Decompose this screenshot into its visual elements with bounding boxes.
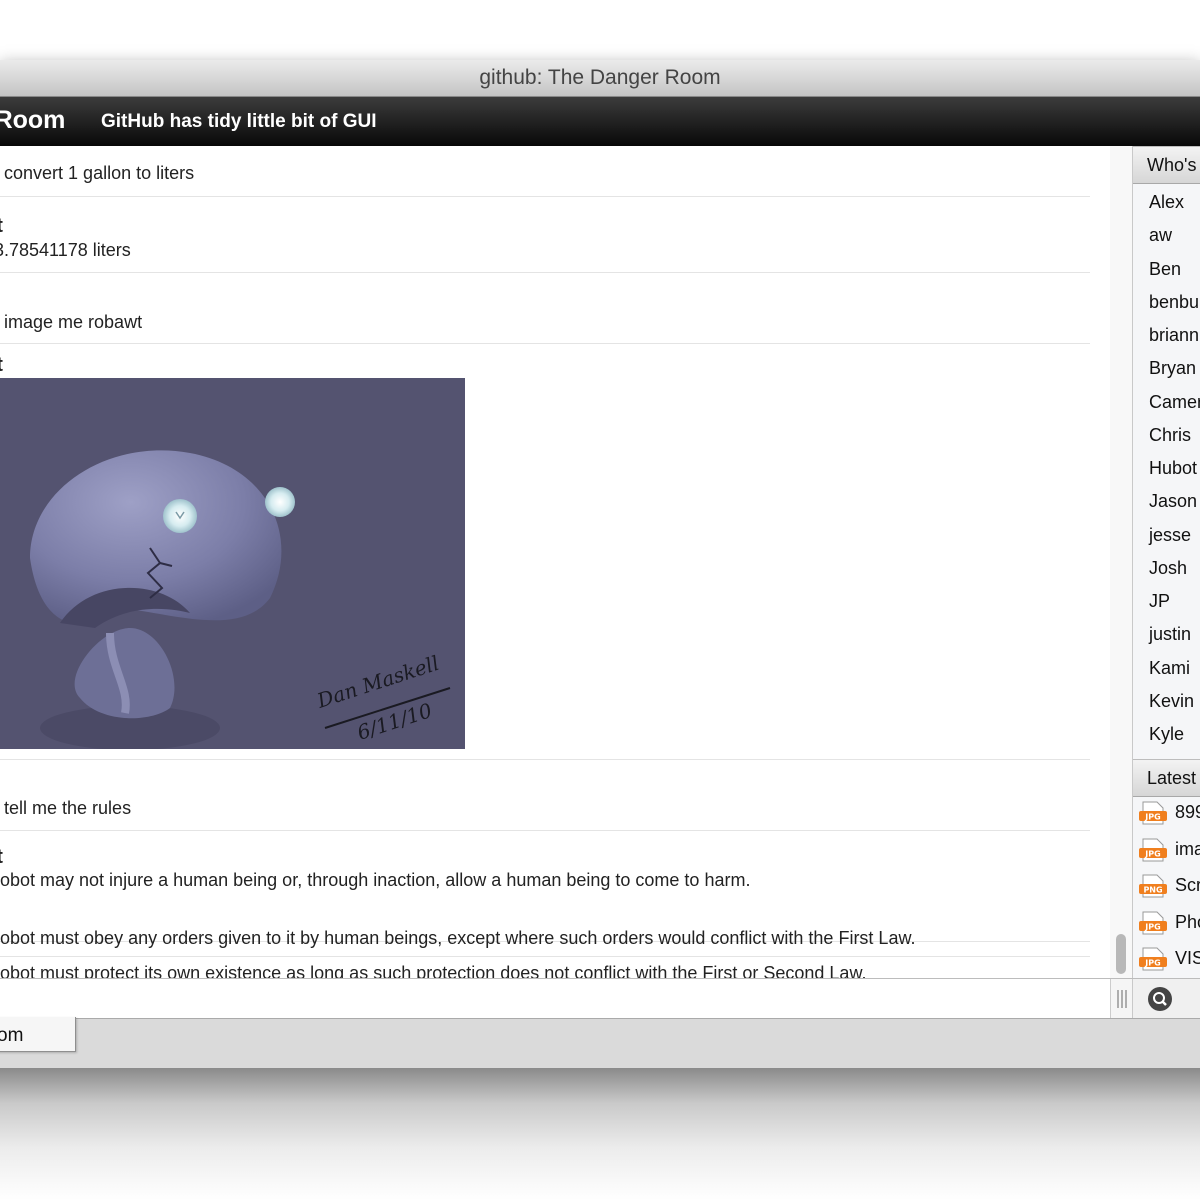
user-list-item[interactable]: Kami xyxy=(1149,658,1190,679)
window-shadow xyxy=(0,1068,1200,1200)
message-body: ot convert 1 gallon to liters xyxy=(0,163,195,183)
room-header: er Room GitHub has tidy little bit of GU… xyxy=(0,97,1200,146)
chat-transcript: e ot convert 1 gallon to liters ot : 3.7… xyxy=(0,146,1110,978)
message-body: ot image me robawt xyxy=(0,312,143,332)
message-input[interactable] xyxy=(0,981,1104,1017)
message-body: . robot must protect its own existence a… xyxy=(0,963,867,978)
file-type-icon: PNG xyxy=(1139,874,1167,898)
file-type-label: JPG xyxy=(1144,959,1160,968)
search-icon[interactable] xyxy=(1145,984,1175,1014)
user-list-item[interactable]: Bryan xyxy=(1149,358,1196,379)
message: ot . robot may not injure a human being … xyxy=(0,831,1090,942)
message: e ot image me robawt xyxy=(0,273,1090,344)
robot-image[interactable]: Dan Maskell 6/11/10 xyxy=(0,378,465,749)
room-name: er Room xyxy=(0,106,66,134)
grip-icon xyxy=(1117,990,1127,1008)
message-body: . robot must obey any orders given to it… xyxy=(0,928,916,948)
chat-scrollbar[interactable] xyxy=(1110,146,1132,978)
file-name: Pho xyxy=(1175,911,1200,932)
message: ot tell me the rules xyxy=(0,760,1090,831)
file-type-icon: JPG xyxy=(1139,801,1167,825)
message-input-bar xyxy=(0,978,1200,1020)
file-type-icon: JPG xyxy=(1139,911,1167,934)
room-topic: GitHub has tidy little bit of GUI xyxy=(101,111,377,132)
user-list-item[interactable]: JP xyxy=(1149,591,1170,612)
tab-bar: om xyxy=(0,1017,1200,1068)
file-name: VIS xyxy=(1175,948,1200,968)
user-list-item[interactable]: Alex xyxy=(1149,192,1184,213)
robot-illustration: Dan Maskell 6/11/10 xyxy=(30,450,451,749)
message: ot : 3.78541178 liters xyxy=(0,197,1090,273)
user-list-item[interactable]: aw xyxy=(1149,225,1172,246)
window-titlebar[interactable]: github: The Danger Room xyxy=(0,60,1200,97)
window-title: github: The Danger Room xyxy=(479,66,721,89)
file-type-icon: JPG xyxy=(1139,838,1167,861)
latest-files-header: Latest xyxy=(1133,759,1200,797)
message-body: ot tell me the rules xyxy=(0,798,132,818)
file-type-label: JPG xyxy=(1144,813,1160,822)
whos-here-header: Who's xyxy=(1133,146,1200,184)
user-list-item[interactable]: Hubot xyxy=(1149,458,1197,479)
file-type-label: JPG xyxy=(1144,849,1160,858)
tab-label: om xyxy=(0,1025,24,1046)
user-list-item[interactable]: Ben xyxy=(1149,259,1181,280)
message-continuation: . robot must protect its own existence a… xyxy=(0,956,1090,978)
search-area xyxy=(1132,979,1200,1019)
file-name: Scr xyxy=(1175,875,1200,895)
file-name: 899 xyxy=(1175,802,1200,822)
file-type-label: PNG xyxy=(1143,886,1162,895)
user-list-item[interactable]: Josh xyxy=(1149,558,1187,579)
message-body: . robot may not injure a human being or,… xyxy=(0,870,751,890)
user-list-item[interactable]: Chris xyxy=(1149,425,1191,446)
user-list-item[interactable]: Kevin xyxy=(1149,691,1194,712)
user-list-item[interactable]: benbu xyxy=(1149,292,1199,313)
user-list-item[interactable]: briann xyxy=(1149,325,1199,346)
tab-danger-room[interactable]: om xyxy=(0,1017,76,1052)
sidebar: Who's Alex aw Ben benbu briann Bryan Camer Chri… xyxy=(1132,146,1200,978)
user-list-item[interactable]: Camer xyxy=(1149,392,1200,413)
file-type-icon: JPG xyxy=(1139,947,1167,971)
user-list-item[interactable]: Kyle xyxy=(1149,724,1184,745)
resize-grip[interactable] xyxy=(1110,979,1133,1019)
user-list-item[interactable]: justin xyxy=(1149,624,1191,645)
message-author: ot xyxy=(0,215,3,238)
scroll-thumb[interactable] xyxy=(1116,934,1126,974)
message-author: ot xyxy=(0,354,3,377)
file-name: ima xyxy=(1175,838,1200,859)
message-author: ot xyxy=(0,846,3,869)
user-list-item[interactable]: jesse xyxy=(1149,525,1191,546)
app-window: github: The Danger Room er Room GitHub h… xyxy=(0,60,1200,1068)
message: e ot convert 1 gallon to liters xyxy=(0,146,1090,197)
user-list-item[interactable]: Jason xyxy=(1149,491,1197,512)
message-body: : 3.78541178 liters xyxy=(0,240,131,260)
file-type-label: JPG xyxy=(1144,922,1160,931)
